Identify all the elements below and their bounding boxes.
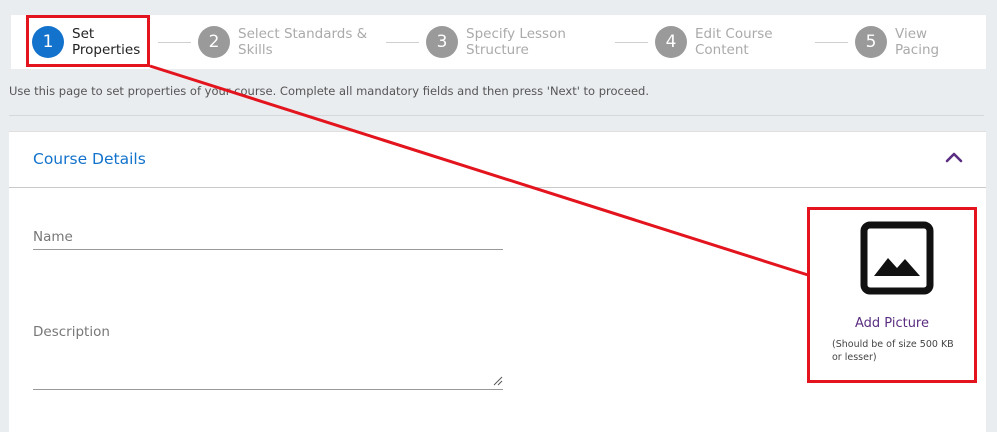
card-header[interactable]: Course Details [9, 132, 986, 188]
name-field-label: Name [33, 229, 73, 245]
highlight-box-picture [807, 207, 977, 383]
step-label: Specify Lesson Structure [466, 26, 566, 58]
step-select-standards[interactable]: 2 Select Standards & Skills [198, 15, 378, 69]
step-label: View Pacing [895, 26, 940, 58]
step-label: Select Standards & Skills [238, 26, 368, 58]
progress-stepper: 1 Set Properties 2 Select Standards & Sk… [11, 15, 986, 69]
card-title: Course Details [33, 150, 146, 168]
step-view-pacing[interactable]: 5 View Pacing [855, 15, 965, 69]
resize-grip-icon[interactable] [493, 376, 503, 386]
step-number: 3 [426, 26, 458, 58]
step-connector [815, 42, 848, 43]
step-number: 4 [655, 26, 687, 58]
step-specify-lesson-structure[interactable]: 3 Specify Lesson Structure [426, 15, 606, 69]
page-instructions: Use this page to set properties of your … [9, 84, 649, 98]
description-field-label: Description [33, 324, 110, 340]
highlight-box-step [26, 15, 150, 67]
step-label: Edit Course Content [695, 26, 773, 58]
step-connector [615, 42, 648, 43]
step-connector [386, 42, 419, 43]
chevron-up-icon[interactable] [944, 148, 964, 168]
description-field[interactable] [33, 389, 503, 390]
step-connector [158, 42, 191, 43]
step-number: 5 [855, 26, 887, 58]
name-field[interactable] [33, 249, 503, 250]
step-number: 2 [198, 26, 230, 58]
divider [9, 115, 984, 116]
step-edit-course-content[interactable]: 4 Edit Course Content [655, 15, 795, 69]
